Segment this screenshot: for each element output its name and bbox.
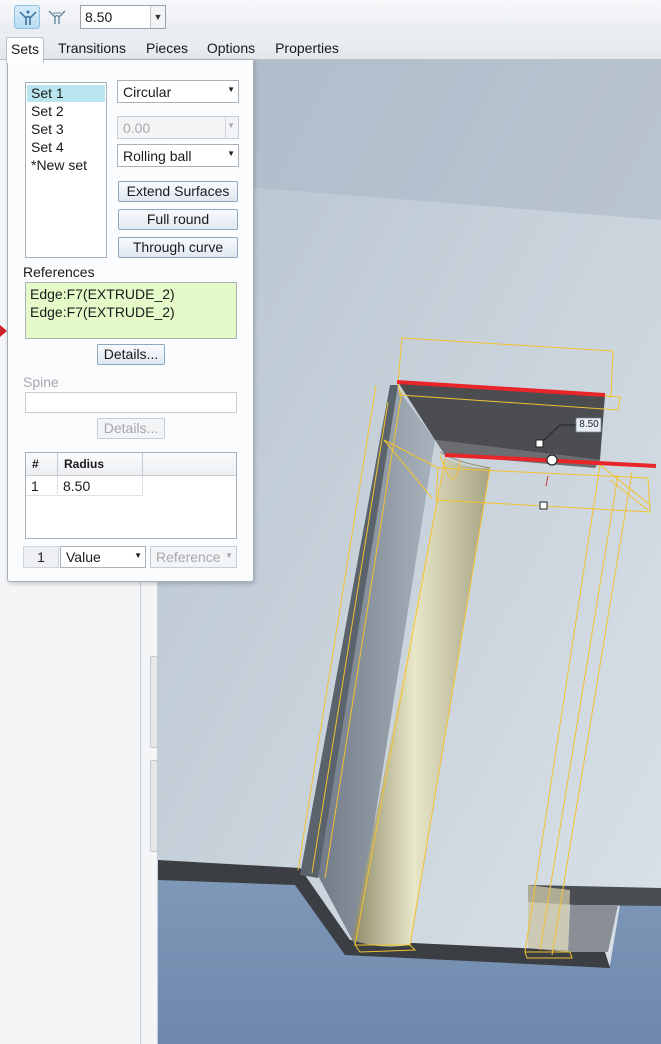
spine-collector xyxy=(25,392,237,413)
list-item-set-1[interactable]: Set 1 xyxy=(27,85,105,102)
list-item-new-set[interactable]: *New set xyxy=(27,157,105,174)
dashboard-tabs: Sets Transitions Pieces Options Properti… xyxy=(0,34,661,63)
chevron-down-icon: ▼ xyxy=(227,85,235,94)
method-value: Rolling ball xyxy=(123,148,192,164)
radius-value-combo[interactable]: 8.50 ▼ xyxy=(80,5,166,29)
tab-pieces[interactable]: Pieces xyxy=(140,37,194,61)
column-header-empty xyxy=(143,453,236,476)
full-round-button[interactable]: Full round xyxy=(118,209,238,230)
spine-details-button: Details... xyxy=(97,418,165,439)
conic-value-field: 0.00 ▼ xyxy=(117,116,239,139)
round-set-mode-icon[interactable] xyxy=(14,5,40,29)
table-cell-index: 1 xyxy=(26,476,58,496)
references-collector[interactable]: Edge:F7(EXTRUDE_2) Edge:F7(EXTRUDE_2) xyxy=(25,282,237,339)
extend-surfaces-button[interactable]: Extend Surfaces xyxy=(118,181,238,202)
list-item-set-4[interactable]: Set 4 xyxy=(27,139,105,156)
references-details-button[interactable]: Details... xyxy=(97,344,165,365)
tab-options[interactable]: Options xyxy=(202,37,260,61)
list-item-set-3[interactable]: Set 3 xyxy=(27,121,105,138)
splitter-handle[interactable] xyxy=(150,760,158,852)
set-list[interactable]: Set 1 Set 2 Set 3 Set 4 *New set xyxy=(25,82,107,258)
reference-item[interactable]: Edge:F7(EXTRUDE_2) xyxy=(30,304,175,320)
chevron-down-icon: ▼ xyxy=(227,149,235,158)
chevron-down-icon: ▼ xyxy=(134,551,142,560)
chevron-down-icon: ▼ xyxy=(225,551,233,560)
sets-panel: Set 1 Set 2 Set 3 Set 4 *New set Circula… xyxy=(7,59,254,582)
value-mode-select[interactable]: Value ▼ xyxy=(60,546,146,568)
reference-mode-select: Reference ▼ xyxy=(150,546,237,568)
dimension-label[interactable]: 8.50 xyxy=(578,419,600,430)
value-mode-value: Value xyxy=(66,549,101,565)
dashboard-toolbar: 8.50 ▼ xyxy=(0,0,661,34)
tab-transitions[interactable]: Transitions xyxy=(52,37,132,61)
radius-value: 8.50 xyxy=(85,9,113,25)
reference-item[interactable]: Edge:F7(EXTRUDE_2) xyxy=(30,286,175,302)
spine-label: Spine xyxy=(23,374,59,390)
row-index: 1 xyxy=(23,546,59,568)
method-select[interactable]: Rolling ball ▼ xyxy=(117,144,239,167)
cross-section-value: Circular xyxy=(123,84,172,100)
tab-sets[interactable]: Sets xyxy=(6,37,44,63)
reference-mode-value: Reference xyxy=(156,549,221,565)
list-item-set-2[interactable]: Set 2 xyxy=(27,103,105,120)
conic-value: 0.00 xyxy=(123,120,151,136)
splitter-handle[interactable] xyxy=(150,656,158,748)
cross-section-select[interactable]: Circular ▼ xyxy=(117,80,239,103)
through-curve-button[interactable]: Through curve xyxy=(118,237,238,258)
column-header-radius: Radius xyxy=(58,453,143,476)
transition-mode-icon[interactable] xyxy=(44,5,70,29)
table-cell-radius[interactable]: 8.50 xyxy=(58,476,143,496)
references-label: References xyxy=(23,264,95,280)
chevron-down-icon[interactable]: ▼ xyxy=(150,6,165,28)
column-header-index: # xyxy=(26,453,58,476)
chevron-down-icon: ▼ xyxy=(227,121,235,130)
tab-properties[interactable]: Properties xyxy=(268,37,346,61)
radius-table[interactable]: # Radius 1 8.50 xyxy=(25,452,237,539)
